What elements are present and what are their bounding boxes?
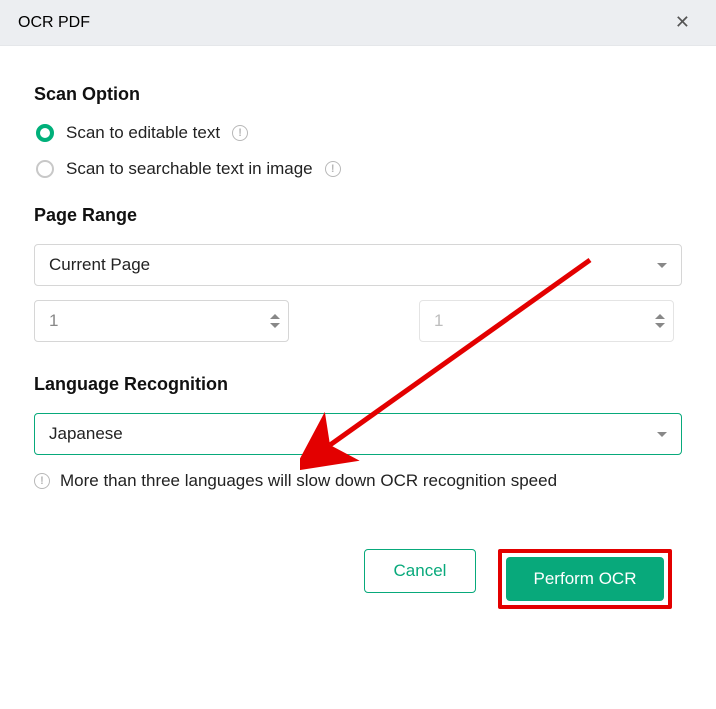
stepper-arrows [655, 314, 665, 328]
page-range-section: Page Range Current Page 1 1 [34, 205, 682, 342]
chevron-down-icon [657, 432, 667, 437]
titlebar: OCR PDF ✕ [0, 0, 716, 46]
titlebar-title: OCR PDF [18, 14, 90, 32]
scan-option-title: Scan Option [34, 84, 682, 105]
radio-button[interactable] [36, 160, 54, 178]
page-range-value: Current Page [49, 255, 150, 275]
page-from-value: 1 [49, 311, 58, 331]
language-select[interactable]: Japanese [34, 413, 682, 455]
arrow-down-icon[interactable] [655, 323, 665, 328]
language-warning: More than three languages will slow down… [34, 471, 682, 491]
info-icon[interactable] [325, 161, 341, 177]
annotation-highlight: Perform OCR [498, 549, 672, 609]
arrow-up-icon[interactable] [655, 314, 665, 319]
info-icon [34, 473, 50, 489]
arrow-up-icon[interactable] [270, 314, 280, 319]
cancel-button[interactable]: Cancel [364, 549, 476, 593]
perform-ocr-button[interactable]: Perform OCR [506, 557, 664, 601]
radio-label: Scan to searchable text in image [66, 159, 313, 179]
page-to-stepper[interactable]: 1 [419, 300, 674, 342]
dialog-buttons: Cancel Perform OCR [34, 549, 682, 609]
dialog-content: Scan Option Scan to editable text Scan t… [0, 46, 716, 609]
radio-button-selected[interactable] [36, 124, 54, 142]
language-section: Language Recognition Japanese More than … [34, 374, 682, 491]
page-range-select[interactable]: Current Page [34, 244, 682, 286]
chevron-down-icon [657, 263, 667, 268]
language-title: Language Recognition [34, 374, 682, 395]
scan-option-section: Scan Option Scan to editable text Scan t… [34, 84, 682, 179]
radio-editable-text[interactable]: Scan to editable text [36, 123, 682, 143]
radio-searchable-text[interactable]: Scan to searchable text in image [36, 159, 682, 179]
info-icon[interactable] [232, 125, 248, 141]
radio-label: Scan to editable text [66, 123, 220, 143]
stepper-arrows [270, 314, 280, 328]
page-from-stepper[interactable]: 1 [34, 300, 289, 342]
cancel-label: Cancel [394, 561, 447, 581]
page-range-title: Page Range [34, 205, 682, 226]
language-value: Japanese [49, 424, 123, 444]
page-range-spinners: 1 1 [34, 300, 682, 342]
close-icon[interactable]: ✕ [667, 8, 698, 37]
perform-label: Perform OCR [534, 569, 637, 589]
arrow-down-icon[interactable] [270, 323, 280, 328]
page-to-value: 1 [434, 311, 443, 331]
warning-text: More than three languages will slow down… [60, 471, 557, 491]
